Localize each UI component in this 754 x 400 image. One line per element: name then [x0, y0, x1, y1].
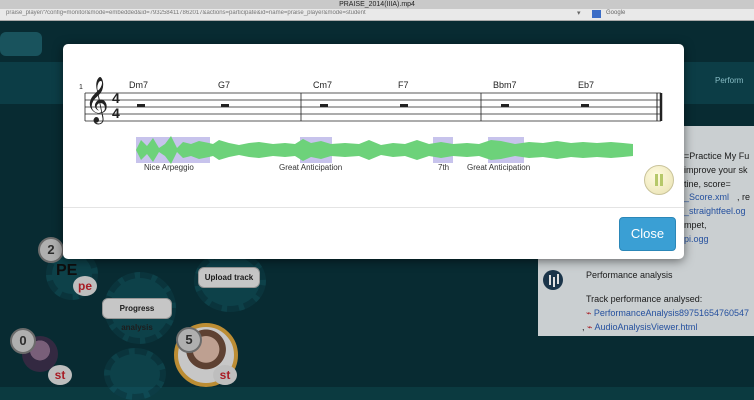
close-button[interactable]: Close — [619, 217, 676, 251]
address-dropdown-icon[interactable]: ▾ — [577, 9, 581, 17]
rests — [137, 104, 589, 107]
staff — [84, 92, 663, 122]
pause-icon[interactable] — [644, 165, 674, 195]
annotation-label: Great Anticipation — [279, 163, 343, 172]
chord-label: G7 — [218, 80, 231, 90]
chord-label: Bbm7 — [493, 80, 517, 90]
google-icon — [592, 10, 601, 18]
address-url[interactable]: praise_player/?config=monitor&mode=embed… — [6, 10, 566, 16]
window-titlebar: PRAISE_2014(IIIA).mp4 — [0, 0, 754, 9]
window-title: PRAISE_2014(IIIA).mp4 — [339, 1, 415, 8]
audio-analysis-modal: 𝄞 1 4 4 Dm7 G7 Cm7 F7 Bbm7 Eb7 Nice Arpe… — [63, 44, 684, 259]
annotation-label: Nice Arpeggio — [144, 163, 194, 172]
waveform — [136, 136, 633, 164]
chord-label: Eb7 — [578, 80, 595, 90]
annotation-label: 7th — [438, 163, 450, 172]
measure-number: 1 — [79, 84, 83, 91]
address-bar[interactable]: praise_player/?config=monitor&mode=embed… — [0, 9, 754, 21]
score-and-waveform — [84, 92, 663, 164]
chord-label: Dm7 — [129, 80, 149, 90]
time-signature-top: 4 — [112, 90, 120, 106]
search-engine-label[interactable]: Google — [606, 10, 625, 16]
treble-clef-icon: 𝄞 — [85, 77, 109, 123]
time-signature-bottom: 4 — [112, 105, 120, 121]
annotation-label: Great Anticipation — [467, 163, 531, 172]
modal-footer-divider — [63, 207, 684, 208]
chord-label: Cm7 — [313, 80, 333, 90]
chord-label: F7 — [398, 80, 409, 90]
